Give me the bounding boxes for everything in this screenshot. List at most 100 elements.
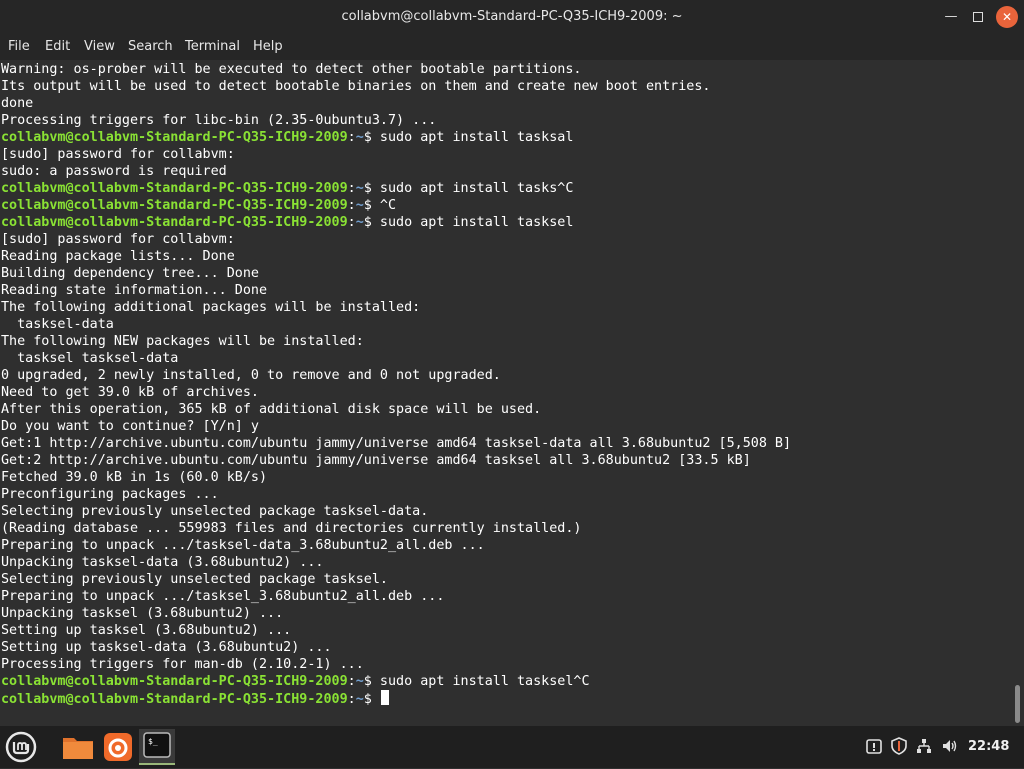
firefox-icon bbox=[104, 733, 132, 761]
minimize-icon: — bbox=[944, 9, 958, 24]
terminal-output-line: Fetched 39.0 kB in 1s (60.0 kB/s) bbox=[1, 470, 268, 485]
terminal-output-line: 0 upgraded, 2 newly installed, 0 to remo… bbox=[1, 368, 501, 383]
prompt-path: ~ bbox=[355, 130, 364, 145]
terminal-output-line: Building dependency tree... Done bbox=[1, 266, 259, 281]
prompt-dollar: $ bbox=[363, 692, 380, 707]
prompt-dollar: $ bbox=[363, 674, 380, 689]
prompt-user-host: collabvm@collabvm-Standard-PC-Q35-ICH9-2… bbox=[1, 674, 348, 689]
network-icon[interactable] bbox=[914, 737, 934, 757]
close-icon: ✕ bbox=[1001, 10, 1013, 24]
prompt-path: ~ bbox=[355, 181, 364, 196]
maximize-button[interactable] bbox=[966, 5, 990, 29]
terminal-output-line: Reading state information... Done bbox=[1, 283, 268, 298]
terminal-output-line: Unpacking tasksel (3.68ubuntu2) ... bbox=[1, 606, 284, 621]
window-title: collabvm@collabvm-Standard-PC-Q35-ICH9-2… bbox=[341, 9, 683, 24]
prompt-separator: : bbox=[347, 130, 356, 145]
prompt-user-host: collabvm@collabvm-Standard-PC-Q35-ICH9-2… bbox=[1, 692, 348, 707]
terminal-output-line: Setting up tasksel-data (3.68ubuntu2) ..… bbox=[1, 640, 332, 655]
menu-edit[interactable]: Edit bbox=[45, 34, 70, 60]
terminal-output-line: Selecting previously unselected package … bbox=[1, 572, 388, 587]
terminal-output-line: Do you want to continue? [Y/n] y bbox=[1, 419, 259, 434]
terminal-output-line: The following additional packages will b… bbox=[1, 300, 421, 315]
prompt-path: ~ bbox=[355, 692, 364, 707]
command-text: sudo apt install tasksal bbox=[379, 130, 574, 145]
terminal-output: Warning: os-prober will be executed to d… bbox=[1, 61, 791, 707]
maximize-icon bbox=[973, 11, 983, 22]
prompt-user-host: collabvm@collabvm-Standard-PC-Q35-ICH9-2… bbox=[1, 181, 348, 196]
terminal-prompt-line: collabvm@collabvm-Standard-PC-Q35-ICH9-2… bbox=[1, 180, 791, 197]
terminal-output-line: (Reading database ... 559983 files and d… bbox=[1, 521, 582, 536]
files-button[interactable] bbox=[60, 729, 96, 765]
command-text: sudo apt install tasksel bbox=[379, 215, 574, 230]
terminal-output-line: After this operation, 365 kB of addition… bbox=[1, 402, 542, 417]
terminal-icon: $_ bbox=[143, 732, 171, 758]
menu-view[interactable]: View bbox=[84, 34, 115, 60]
terminal-taskbar-button[interactable]: $_ bbox=[139, 729, 175, 765]
terminal-output-line: [sudo] password for collabvm: bbox=[1, 232, 235, 247]
terminal-output-line: tasksel-data bbox=[1, 317, 114, 332]
prompt-dollar: $ bbox=[363, 198, 380, 213]
prompt-separator: : bbox=[347, 215, 356, 230]
prompt-separator: : bbox=[347, 692, 356, 707]
terminal-output-line: Setting up tasksel (3.68ubuntu2) ... bbox=[1, 623, 292, 638]
terminal-output-line: Warning: os-prober will be executed to d… bbox=[1, 62, 582, 77]
prompt-dollar: $ bbox=[363, 130, 380, 145]
terminal-output-line: Preparing to unpack .../tasksel_3.68ubun… bbox=[1, 589, 445, 604]
prompt-dollar: $ bbox=[363, 215, 380, 230]
prompt-user-host: collabvm@collabvm-Standard-PC-Q35-ICH9-2… bbox=[1, 198, 348, 213]
terminal-output-line: Get:2 http://archive.ubuntu.com/ubuntu j… bbox=[1, 453, 751, 468]
terminal-prompt-line: collabvm@collabvm-Standard-PC-Q35-ICH9-2… bbox=[1, 197, 791, 214]
shield-icon[interactable] bbox=[889, 737, 909, 757]
terminal-output-line: Need to get 39.0 kB of archives. bbox=[1, 385, 259, 400]
terminal-view[interactable]: Warning: os-prober will be executed to d… bbox=[0, 60, 1012, 726]
terminal-output-line: done bbox=[1, 96, 34, 111]
scrollbar-thumb[interactable] bbox=[1015, 685, 1020, 723]
prompt-separator: : bbox=[347, 181, 356, 196]
mint-menu-icon bbox=[5, 731, 37, 763]
terminal-cursor bbox=[380, 690, 389, 705]
terminal-output-line: Its output will be used to detect bootab… bbox=[1, 79, 711, 94]
terminal-prompt-line: collabvm@collabvm-Standard-PC-Q35-ICH9-2… bbox=[1, 129, 791, 146]
prompt-user-host: collabvm@collabvm-Standard-PC-Q35-ICH9-2… bbox=[1, 215, 348, 230]
terminal-output-line: Unpacking tasksel-data (3.68ubuntu2) ... bbox=[1, 555, 324, 570]
prompt-dollar: $ bbox=[363, 181, 380, 196]
clock[interactable]: 22:48 bbox=[968, 726, 1009, 768]
taskbar: $_ 22:48 bbox=[0, 726, 1024, 768]
terminal-output-line: tasksel tasksel-data bbox=[1, 351, 179, 366]
terminal-output-line: The following NEW packages will be insta… bbox=[1, 334, 364, 349]
command-text: sudo apt install tasks^C bbox=[379, 181, 574, 196]
terminal-output-line: Processing triggers for libc-bin (2.35-0… bbox=[1, 113, 437, 128]
command-text: ^C bbox=[379, 198, 397, 213]
menu-bar: File Edit View Search Terminal Help bbox=[0, 34, 1024, 60]
firefox-button[interactable] bbox=[100, 729, 136, 765]
mint-menu-button[interactable] bbox=[3, 729, 39, 765]
files-folder-icon bbox=[63, 738, 93, 759]
close-button[interactable]: ✕ bbox=[996, 6, 1018, 28]
terminal-output-line: Selecting previously unselected package … bbox=[1, 504, 429, 519]
minimize-button[interactable]: — bbox=[939, 5, 963, 29]
volume-icon[interactable] bbox=[940, 737, 960, 757]
menu-terminal[interactable]: Terminal bbox=[185, 34, 240, 60]
window-titlebar[interactable]: collabvm@collabvm-Standard-PC-Q35-ICH9-2… bbox=[0, 0, 1024, 34]
prompt-separator: : bbox=[347, 198, 356, 213]
terminal-output-line: Preconfiguring packages ... bbox=[1, 487, 219, 502]
prompt-user-host: collabvm@collabvm-Standard-PC-Q35-ICH9-2… bbox=[1, 130, 348, 145]
terminal-prompt-line: collabvm@collabvm-Standard-PC-Q35-ICH9-2… bbox=[1, 214, 791, 231]
terminal-output-line: Reading package lists... Done bbox=[1, 249, 235, 264]
menu-file[interactable]: File bbox=[8, 34, 30, 60]
terminal-output-line: Preparing to unpack .../tasksel-data_3.6… bbox=[1, 538, 485, 553]
terminal-prompt-line: collabvm@collabvm-Standard-PC-Q35-ICH9-2… bbox=[1, 690, 791, 707]
terminal-prompt-line: collabvm@collabvm-Standard-PC-Q35-ICH9-2… bbox=[1, 673, 791, 690]
svg-text:$_: $_ bbox=[148, 737, 158, 746]
prompt-path: ~ bbox=[355, 215, 364, 230]
terminal-output-line: Get:1 http://archive.ubuntu.com/ubuntu j… bbox=[1, 436, 792, 451]
menu-help[interactable]: Help bbox=[253, 34, 283, 60]
prompt-separator: : bbox=[347, 674, 356, 689]
menu-search[interactable]: Search bbox=[128, 34, 173, 60]
terminal-output-line: [sudo] password for collabvm: bbox=[1, 147, 235, 162]
prompt-path: ~ bbox=[355, 198, 364, 213]
update-manager-icon[interactable] bbox=[864, 737, 884, 757]
command-text: sudo apt install tasksel^C bbox=[379, 674, 590, 689]
terminal-output-line: Processing triggers for man-db (2.10.2-1… bbox=[1, 657, 364, 672]
terminal-scrollbar[interactable] bbox=[1012, 60, 1024, 726]
